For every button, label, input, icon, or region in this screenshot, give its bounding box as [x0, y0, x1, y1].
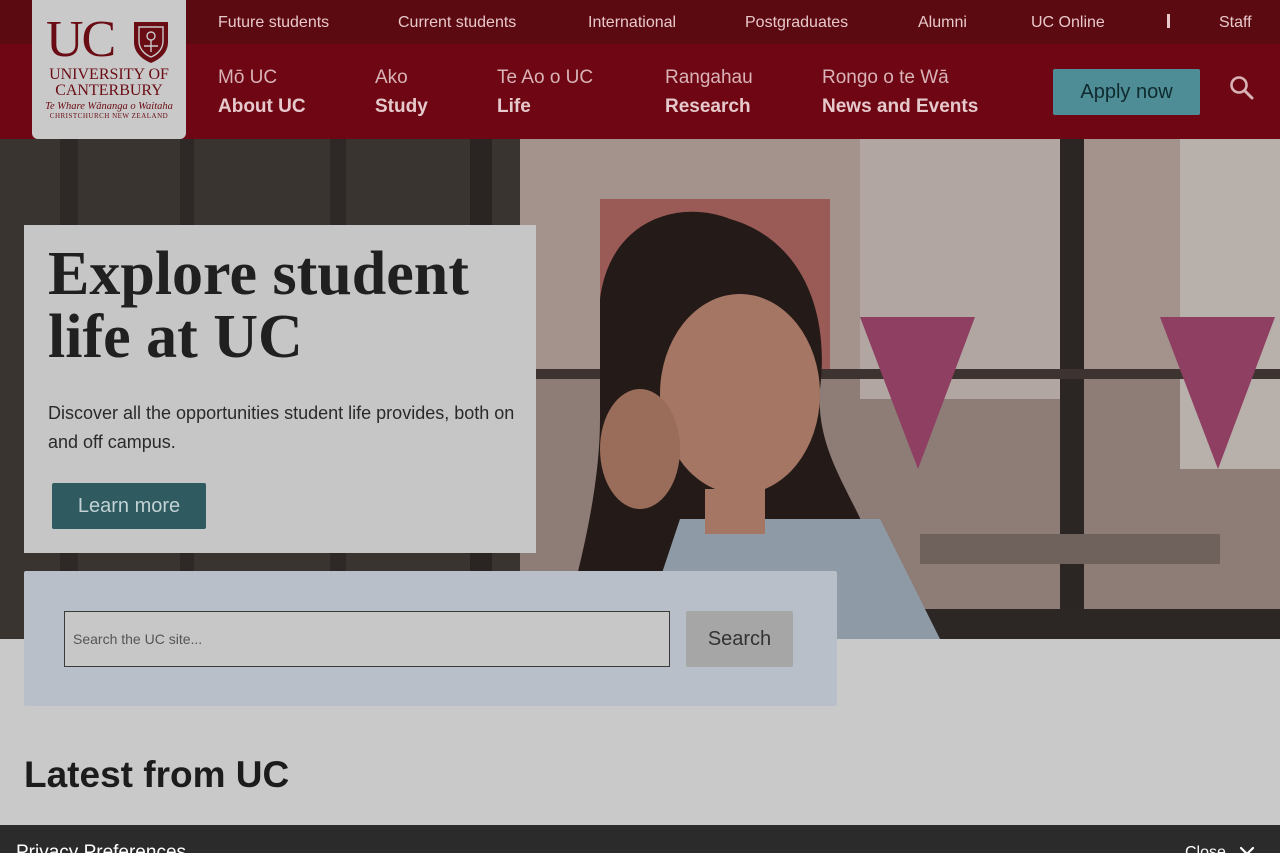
logo-name-line2: CANTERBURY	[55, 82, 163, 99]
apply-now-button[interactable]: Apply now	[1053, 69, 1200, 115]
search-icon[interactable]	[1228, 74, 1256, 102]
utility-separator	[1167, 14, 1170, 28]
nav-item-maori-label: Rongo o te Wā	[822, 67, 949, 88]
close-button[interactable]: Close	[1185, 844, 1226, 853]
logo-letters: UC	[46, 11, 116, 68]
nav-item-english-label: News and Events	[822, 96, 979, 117]
uc-logo[interactable]: UC UNIVERSITY OF CANTERBURY Te Whare Wān…	[32, 0, 186, 139]
nav-item-maori-label: Ako	[375, 67, 408, 88]
utility-nav: Future students Current students Interna…	[0, 0, 1280, 44]
utility-link-international[interactable]: International	[588, 0, 676, 44]
utility-link-uc-online[interactable]: UC Online	[1031, 0, 1105, 44]
utility-link-staff[interactable]: Staff	[1219, 0, 1252, 44]
privacy-title: Privacy Preferences	[16, 842, 187, 853]
nav-item-english-label: About UC	[218, 96, 306, 117]
main-nav: Mō UC About UC Ako Study Te Ao o UC Life…	[0, 44, 1280, 139]
crest-icon	[134, 22, 168, 63]
latest-heading: Latest from UC	[24, 754, 290, 795]
privacy-preferences-bar: Privacy Preferences Close	[0, 825, 1280, 853]
search-button[interactable]: Search	[686, 611, 793, 667]
nav-item-research[interactable]: Rangahau Research	[665, 64, 753, 122]
nav-item-maori-label: Rangahau	[665, 67, 753, 88]
nav-item-maori-label: Mō UC	[218, 67, 278, 88]
hero-description: Discover all the opportunities student l…	[48, 403, 515, 452]
learn-more-button[interactable]: Learn more	[52, 483, 206, 529]
logo-name-line1: UNIVERSITY OF	[49, 66, 169, 83]
nav-item-study[interactable]: Ako Study	[375, 64, 428, 122]
utility-link-alumni[interactable]: Alumni	[918, 0, 967, 44]
nav-item-about-uc[interactable]: Mō UC About UC	[218, 64, 306, 122]
nav-item-english-label: Study	[375, 96, 428, 117]
nav-item-news-and-events[interactable]: Rongo o te Wā News and Events	[822, 64, 978, 122]
nav-item-english-label: Life	[497, 96, 531, 117]
search-input[interactable]	[64, 611, 670, 667]
nav-item-maori-label: Te Ao o UC	[497, 67, 594, 88]
logo-maori-name: Te Whare Wānanga o Waitaha	[45, 101, 173, 112]
nav-item-life[interactable]: Te Ao o UC Life	[497, 64, 593, 122]
logo-city: CHRISTCHURCH NEW ZEALAND	[49, 112, 169, 120]
site-search-panel: Search	[24, 571, 837, 706]
utility-link-future-students[interactable]: Future students	[218, 0, 329, 44]
close-icon[interactable]	[1238, 845, 1256, 853]
hero-card: Explore student life at UC Discover all …	[24, 225, 536, 553]
nav-item-english-label: Research	[665, 96, 751, 117]
utility-link-postgraduates[interactable]: Postgraduates	[745, 0, 848, 44]
hero-title: Explore student life at UC	[48, 240, 469, 371]
utility-link-current-students[interactable]: Current students	[398, 0, 516, 44]
